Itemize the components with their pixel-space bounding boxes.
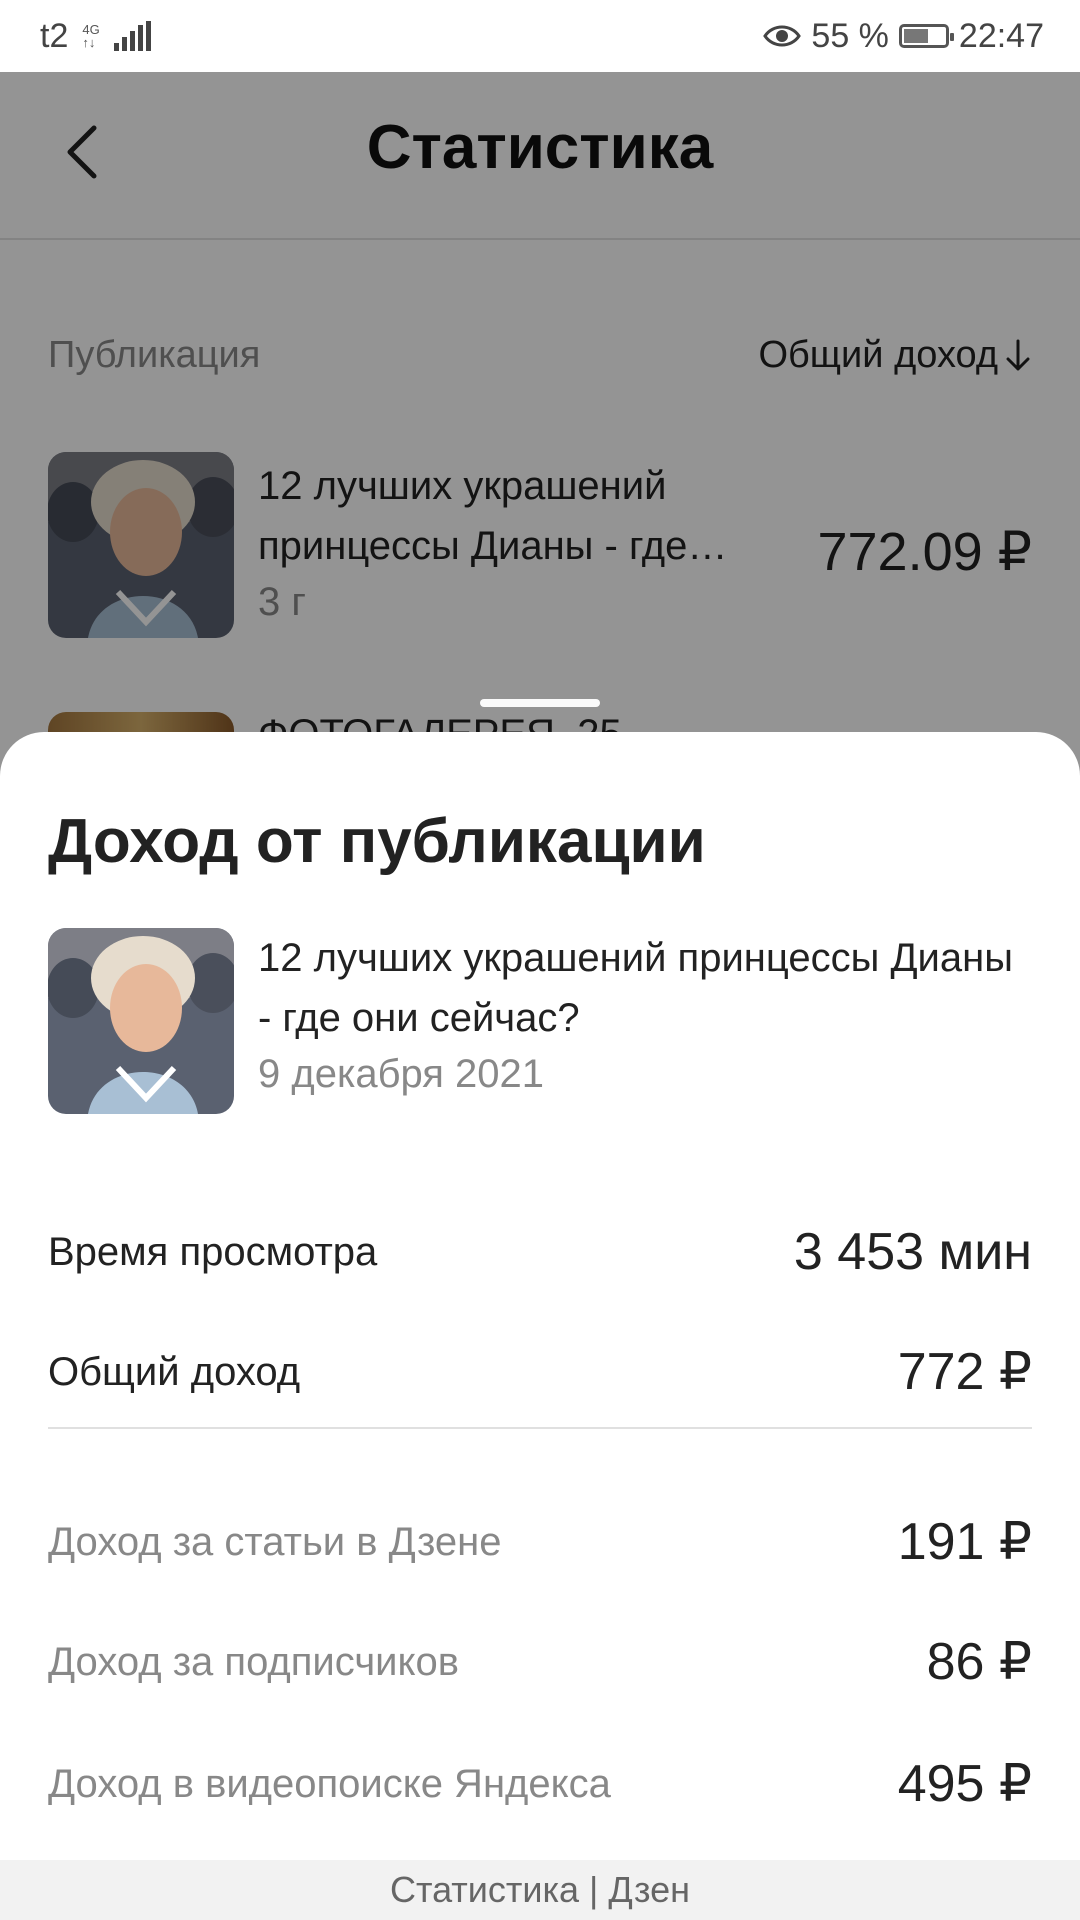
- sheet-title: Доход от публикации: [48, 807, 706, 876]
- battery-percent: 55 %: [811, 16, 889, 55]
- breakdown-label: Доход в видеопоиске Яндекса: [48, 1761, 611, 1806]
- breakdown-value: 191 ₽: [897, 1513, 1032, 1571]
- status-right: 55 % 22:47: [763, 17, 1044, 56]
- eye-comfort-icon: [763, 25, 802, 47]
- network-type-icon: 4G ↑↓: [82, 22, 100, 50]
- sheet-drag-handle[interactable]: [480, 699, 600, 707]
- status-bar: t2 4G ↑↓ 55 % 22:47: [0, 0, 1080, 72]
- carrier-label: t2: [40, 16, 69, 55]
- sheet-publication-date: 9 декабря 2021: [258, 1052, 545, 1096]
- breakdown-label: Доход за подписчиков: [48, 1639, 459, 1684]
- sheet-publication-title: 12 лучших украшений принцессы Дианы - гд…: [258, 936, 1013, 1040]
- status-left: t2 4G ↑↓: [40, 17, 151, 56]
- breakdown-label: Доход за статьи в Дзене: [48, 1519, 502, 1564]
- stat-value: 772 ₽: [897, 1343, 1032, 1401]
- breakdown-row-video-search: Доход в видеопоиске Яндекса 495 ₽: [48, 1754, 1032, 1814]
- breakdown-row-subscribers: Доход за подписчиков 86 ₽: [48, 1632, 1032, 1692]
- breakdown-row-articles: Доход за статьи в Дзене 191 ₽: [48, 1512, 1032, 1572]
- signal-strength-icon: [113, 21, 151, 51]
- divider: [48, 1427, 1032, 1429]
- breakdown-value: 86 ₽: [926, 1633, 1032, 1691]
- breakdown-value: 495 ₽: [897, 1755, 1032, 1813]
- page-footer: Статистика | Дзен: [0, 1860, 1080, 1920]
- clock: 22:47: [958, 16, 1044, 55]
- battery-icon: [898, 24, 954, 48]
- publication-thumbnail: [48, 928, 234, 1114]
- sheet-publication-card: 12 лучших украшений принцессы Дианы - гд…: [48, 928, 1032, 1114]
- stat-value: 3 453 мин: [793, 1223, 1032, 1281]
- stat-row-total-income: Общий доход 772 ₽: [48, 1342, 1032, 1402]
- stat-row-watch-time: Время просмотра 3 453 мин: [48, 1222, 1032, 1282]
- income-bottom-sheet: Доход от публикации 12 лучших украшений …: [0, 732, 1080, 1920]
- stat-label: Общий доход: [48, 1349, 301, 1394]
- stat-label: Время просмотра: [48, 1229, 378, 1274]
